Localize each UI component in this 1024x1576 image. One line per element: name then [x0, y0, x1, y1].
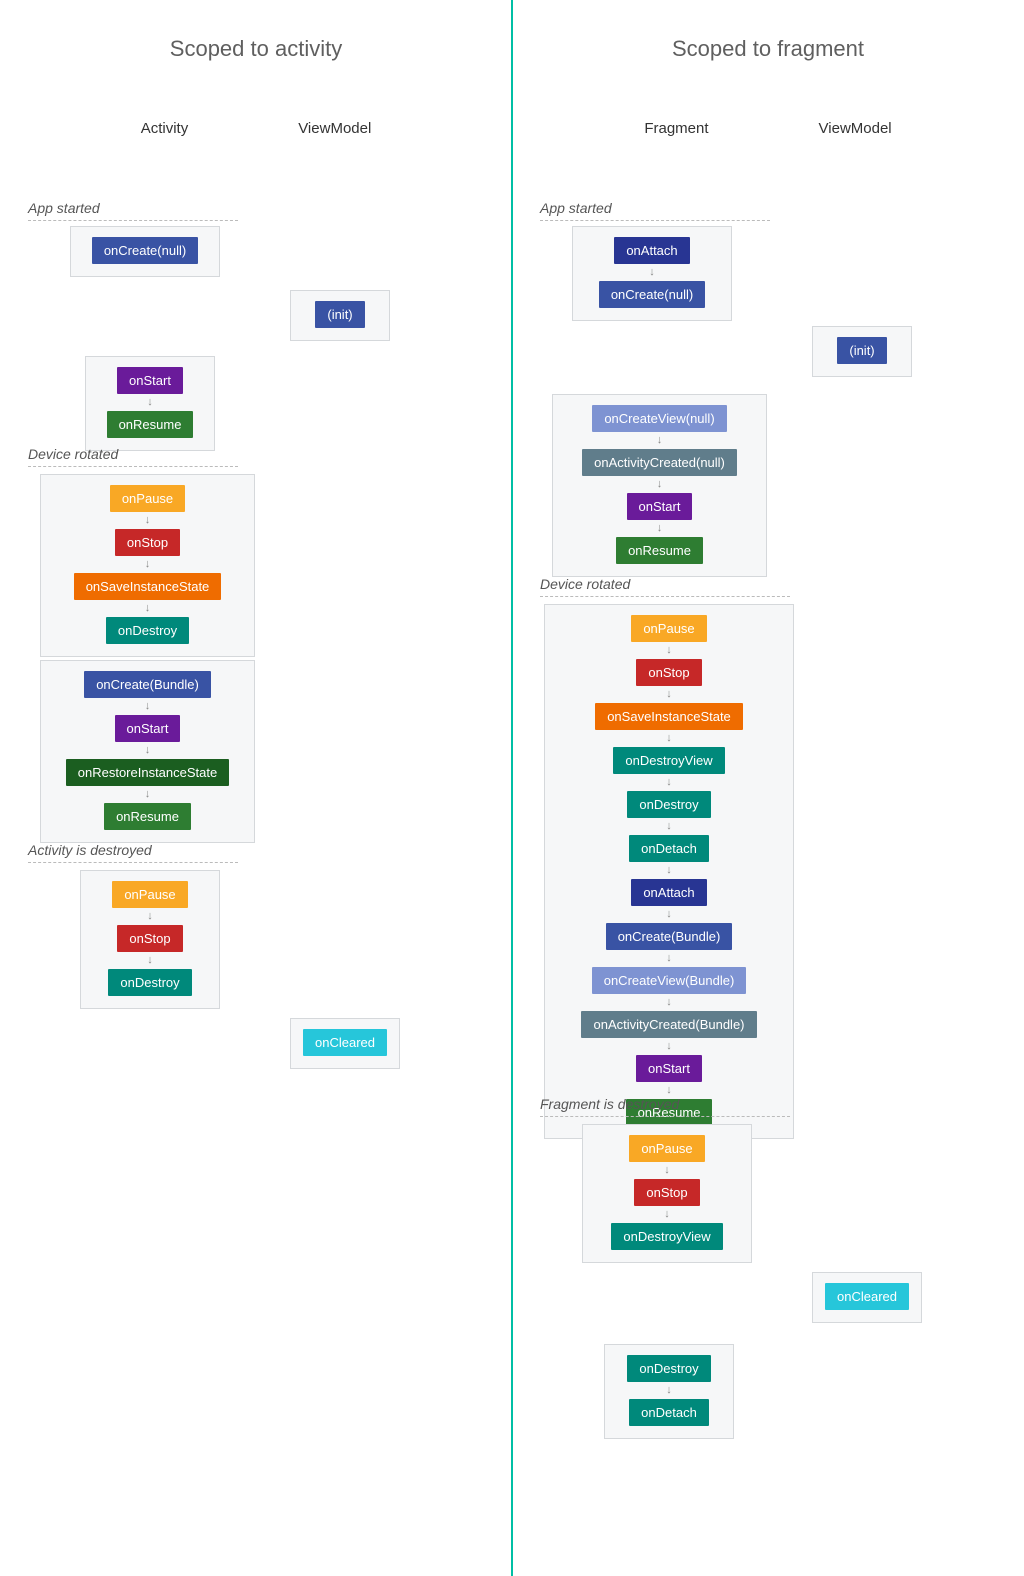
tag-ondetach-final: onDetach	[629, 1399, 709, 1426]
tag-onstop-f: onStop	[636, 659, 701, 686]
group-init: (init)	[290, 290, 390, 341]
tag-onstop3-f: onStop	[634, 1179, 699, 1206]
tag-init: (init)	[315, 301, 364, 328]
arrow-icon: ↓	[147, 911, 153, 922]
arrow-icon: ↓	[666, 1041, 672, 1052]
arrow-icon: ↓	[145, 515, 151, 526]
activity-lane-headers: Activity ViewModel	[0, 62, 512, 137]
tag-ondetach-f: onDetach	[629, 835, 709, 862]
tag-oncleared: onCleared	[303, 1029, 387, 1056]
tag-onrestore: onRestoreInstanceState	[66, 759, 229, 786]
arrow-icon: ↓	[147, 397, 153, 408]
group-init-f: (init)	[812, 326, 912, 377]
tag-onpause-f: onPause	[631, 615, 706, 642]
arrow-icon: ↓	[657, 435, 663, 446]
arrow-icon: ↓	[666, 645, 672, 656]
fragment-column: Scoped to fragment Fragment ViewModel Ap…	[512, 0, 1024, 1576]
tag-oncreateview-bundle: onCreateView(Bundle)	[592, 967, 747, 994]
group-rotation-f: onPause ↓ onStop ↓ onSaveInstanceState ↓ on…	[544, 604, 794, 1139]
tag-onstop2: onStop	[117, 925, 182, 952]
arrow-icon: ↓	[664, 1165, 670, 1176]
tag-onactivitycreated-bundle: onActivityCreated(Bundle)	[581, 1011, 756, 1038]
tag-ondestroy2: onDestroy	[108, 969, 191, 996]
tag-ondestroy: onDestroy	[106, 617, 189, 644]
event-device-rotated: Device rotated	[28, 446, 238, 467]
tag-onsaveinstancestate: onSaveInstanceState	[74, 573, 222, 600]
tag-onstart2-f: onStart	[636, 1055, 702, 1082]
activity-column-title: Scoped to activity	[0, 0, 512, 62]
tag-onstart2: onStart	[115, 715, 181, 742]
fragment-lane-headers: Fragment ViewModel	[512, 62, 1024, 137]
group-oncleared-f: onCleared	[812, 1272, 922, 1323]
activity-vm-lane-label: ViewModel	[298, 120, 371, 137]
tag-oncreate-bundle-f: onCreate(Bundle)	[606, 923, 733, 950]
group-oncreate-null: onCreate(null)	[70, 226, 220, 277]
event-activity-destroyed: Activity is destroyed	[28, 842, 238, 863]
tag-onattach2: onAttach	[631, 879, 706, 906]
tag-onpause: onPause	[110, 485, 185, 512]
event-fragment-destroyed: Fragment is destroyed	[540, 1096, 790, 1117]
event-app-started: App started	[28, 200, 238, 221]
arrow-icon: ↓	[666, 777, 672, 788]
activity-column: Scoped to activity Activity ViewModel Ap…	[0, 0, 512, 1576]
arrow-icon: ↓	[145, 603, 151, 614]
arrow-icon: ↓	[657, 523, 663, 534]
arrow-icon: ↓	[147, 955, 153, 966]
tag-onpause3-f: onPause	[629, 1135, 704, 1162]
tag-onpause2: onPause	[112, 881, 187, 908]
fragment-column-title: Scoped to fragment	[512, 0, 1024, 62]
arrow-icon: ↓	[666, 865, 672, 876]
arrow-icon: ↓	[145, 789, 151, 800]
arrow-icon: ↓	[145, 559, 151, 570]
activity-lane-label: Activity	[141, 120, 189, 137]
tag-onstop: onStop	[115, 529, 180, 556]
event-device-rotated-f: Device rotated	[540, 576, 790, 597]
tag-onstart: onStart	[117, 367, 183, 394]
tag-oncreate-null: onCreate(null)	[92, 237, 198, 264]
arrow-icon: ↓	[666, 953, 672, 964]
tag-oncleared-f: onCleared	[825, 1283, 909, 1310]
tag-onsave-f: onSaveInstanceState	[595, 703, 743, 730]
arrow-icon: ↓	[649, 267, 655, 278]
group-attach-create: onAttach ↓ onCreate(null)	[572, 226, 732, 321]
tag-oncreate-null-f: onCreate(null)	[599, 281, 705, 308]
arrow-icon: ↓	[145, 745, 151, 756]
tag-onstart-f: onStart	[627, 493, 693, 520]
tag-init-f: (init)	[837, 337, 886, 364]
diagram-root: Scoped to activity Activity ViewModel Ap…	[0, 0, 1024, 1576]
tag-ondestroyview2-f: onDestroyView	[611, 1223, 722, 1250]
group-fragment-destroy: onPause ↓ onStop ↓ onDestroyView	[582, 1124, 752, 1263]
tag-ondestroy-f: onDestroy	[627, 791, 710, 818]
tag-onattach: onAttach	[614, 237, 689, 264]
arrow-icon: ↓	[657, 479, 663, 490]
tag-ondestroyview-f: onDestroyView	[613, 747, 724, 774]
arrow-icon: ↓	[666, 1085, 672, 1096]
tag-oncreateview-null: onCreateView(null)	[592, 405, 726, 432]
tag-oncreate-bundle: onCreate(Bundle)	[84, 671, 211, 698]
arrow-icon: ↓	[666, 997, 672, 1008]
group-rotation-restore: onCreate(Bundle) ↓ onStart ↓ onRestoreIn…	[40, 660, 255, 843]
tag-onactivitycreated-null: onActivityCreated(null)	[582, 449, 737, 476]
tag-ondestroy-final: onDestroy	[627, 1355, 710, 1382]
arrow-icon: ↓	[666, 821, 672, 832]
group-final-detach: onDestroy ↓ onDetach	[604, 1344, 734, 1439]
fragment-vm-lane-label: ViewModel	[819, 120, 892, 137]
arrow-icon: ↓	[666, 689, 672, 700]
tag-onresume-f: onResume	[616, 537, 703, 564]
group-destroy: onPause ↓ onStop ↓ onDestroy	[80, 870, 220, 1009]
group-oncleared: onCleared	[290, 1018, 400, 1069]
arrow-icon: ↓	[666, 909, 672, 920]
event-app-started-f: App started	[540, 200, 770, 221]
tag-onresume: onResume	[107, 411, 194, 438]
group-start-resume: onStart ↓ onResume	[85, 356, 215, 451]
fragment-lane-label: Fragment	[644, 120, 708, 137]
group-rotation-teardown: onPause ↓ onStop ↓ onSaveInstanceState ↓…	[40, 474, 255, 657]
arrow-icon: ↓	[666, 1385, 672, 1396]
arrow-icon: ↓	[664, 1209, 670, 1220]
tag-onresume2: onResume	[104, 803, 191, 830]
arrow-icon: ↓	[145, 701, 151, 712]
group-createview: onCreateView(null) ↓ onActivityCreated(n…	[552, 394, 767, 577]
arrow-icon: ↓	[666, 733, 672, 744]
